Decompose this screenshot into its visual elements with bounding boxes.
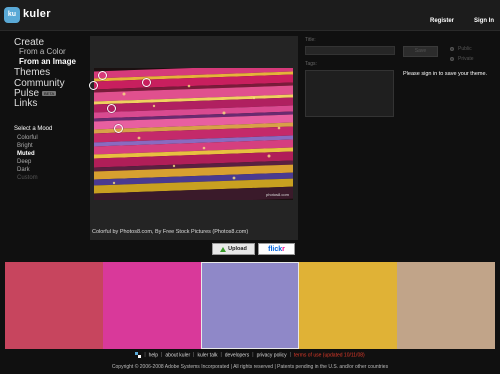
copyright-text: Copyright © 2006-2008 Adobe Systems Inco… (111, 364, 389, 370)
private-radio[interactable] (450, 57, 454, 61)
footer-help[interactable]: help (149, 352, 158, 358)
swatch-1[interactable] (5, 262, 103, 349)
brand-name[interactable]: kuler (23, 8, 51, 20)
title-label: Title: (305, 37, 316, 43)
footer-developers[interactable]: developers (225, 352, 249, 358)
flickr-label-a: flick (268, 245, 283, 253)
mood-custom: Custom (17, 175, 38, 181)
color-picker-handle[interactable] (107, 104, 116, 113)
flickr-button[interactable]: flick r (258, 243, 295, 255)
photo-credit: Colorful by Photos8.com, By Free Stock P… (92, 229, 249, 235)
swatch-2[interactable] (103, 262, 201, 349)
nav-links[interactable]: Links (14, 98, 37, 109)
nav-themes[interactable]: Themes (14, 67, 50, 78)
tags-input[interactable] (305, 70, 394, 117)
footer-about[interactable]: about kuler (165, 352, 190, 358)
save-button[interactable]: Save (403, 46, 438, 57)
signin-note: Please sign in to save your theme. (403, 71, 488, 77)
public-label: Public (458, 46, 472, 52)
footer-terms[interactable]: terms of use (updated 10/11/08) (294, 352, 365, 358)
mood-heading: Select a Mood (14, 126, 53, 132)
mood-colorful[interactable]: Colorful (17, 135, 38, 141)
nav-from-image[interactable]: From an Image (19, 57, 76, 66)
mood-muted[interactable]: Muted (17, 151, 35, 157)
beta-badge: BETA (42, 90, 57, 96)
color-picker-handle[interactable] (142, 78, 151, 87)
color-picker-handle[interactable] (114, 124, 123, 133)
photo-watermark: photos8.com (266, 192, 290, 197)
register-link[interactable]: Register (430, 18, 454, 24)
nav-from-color[interactable]: From a Color (19, 47, 66, 56)
upload-arrow-icon (220, 246, 227, 252)
mood-deep[interactable]: Deep (17, 159, 31, 165)
color-picker-handle[interactable] (89, 81, 98, 90)
footer-talk[interactable]: kuler talk (197, 352, 217, 358)
footer-privacy[interactable]: privacy policy (257, 352, 287, 358)
mood-bright[interactable]: Bright (17, 143, 33, 149)
top-bar: ku kuler Register Sign In (0, 0, 500, 31)
swatch-3[interactable] (201, 262, 299, 349)
source-photo: photos8.com (94, 68, 293, 200)
color-picker-handle[interactable] (98, 71, 107, 80)
footer-links: | help | about kuler | kuler talk | developers |… (0, 352, 500, 358)
upload-button[interactable]: Upload (212, 243, 255, 255)
private-label: Private (458, 56, 474, 62)
swatch-4[interactable] (299, 262, 397, 349)
swatch-5[interactable] (397, 262, 495, 349)
public-radio[interactable] (450, 47, 454, 51)
tags-label: Tags: (305, 61, 317, 67)
feedback-icon[interactable] (135, 352, 142, 358)
flickr-label-b: r (282, 245, 285, 253)
mood-dark[interactable]: Dark (17, 167, 30, 173)
title-input[interactable] (305, 46, 395, 55)
upload-label: Upload (228, 246, 247, 252)
theme-swatches (5, 262, 495, 349)
signin-link[interactable]: Sign In (474, 18, 494, 24)
kuler-logo-icon[interactable]: ku (4, 7, 20, 23)
